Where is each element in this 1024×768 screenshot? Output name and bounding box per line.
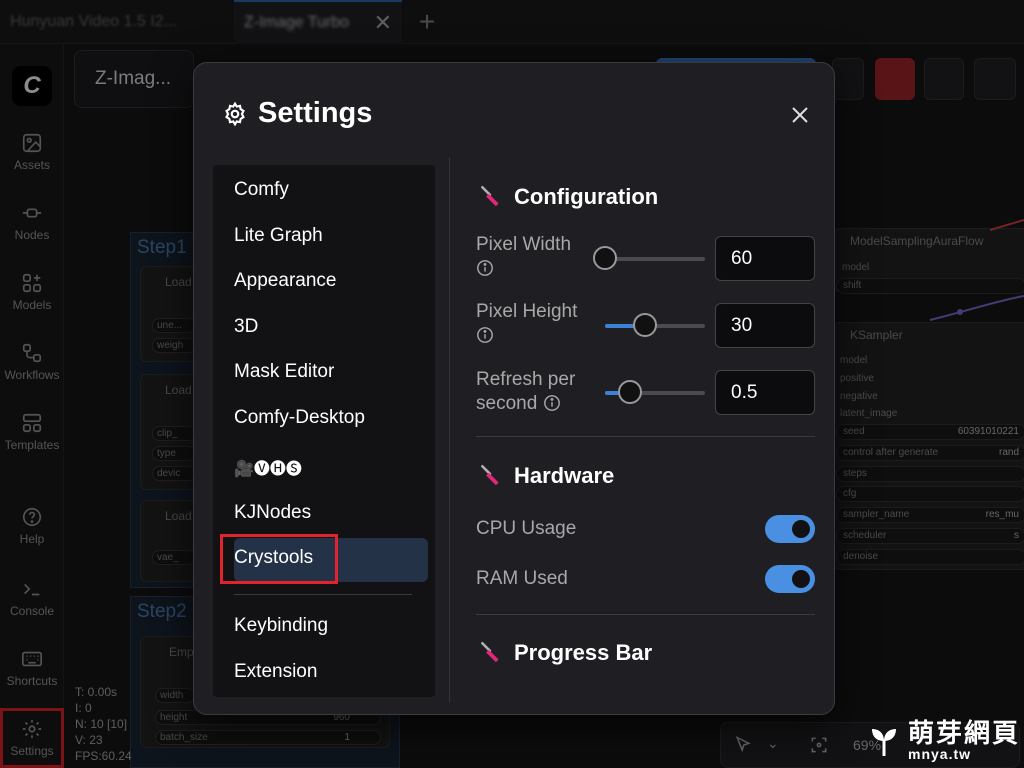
screwdriver-icon [481,641,499,663]
dialog-title: Settings [222,97,372,130]
nav-item-mask-editor[interactable]: Mask Editor [234,361,334,383]
watermark: 萌芽網頁 mnya.tw [866,716,1024,766]
pixel-width-slider[interactable] [593,246,705,270]
nav-item-3d[interactable]: 3D [234,316,258,338]
setting-label: Refresh per [476,369,576,390]
pixel-height-slider[interactable] [605,313,705,337]
section-title-text: Hardware [514,463,615,488]
nav-item-kjnodes[interactable]: KJNodes [234,502,311,524]
ram-used-label: RAM Used [476,568,568,589]
nav-divider [234,594,412,595]
section-divider [476,436,815,437]
section-title-hardware: Hardware [478,463,614,489]
section-title-configuration: Configuration [478,184,658,210]
cpu-usage-label: CPU Usage [476,518,577,539]
pixel-width-label: Pixel Width [476,233,571,281]
setting-label: second [476,393,538,414]
nav-item-comfy-desktop[interactable]: Comfy-Desktop [234,407,365,429]
refresh-label: Refresh per second [476,368,575,416]
setting-label: Pixel Height [476,301,578,322]
pixel-height-label: Pixel Height [476,300,577,348]
refresh-slider[interactable] [605,380,705,404]
cpu-usage-toggle[interactable] [765,515,815,543]
gear-icon [225,101,245,126]
panel-divider [449,157,450,703]
nav-item-appearance[interactable]: Appearance [234,270,336,292]
nav-item-lite-graph[interactable]: Lite Graph [234,225,323,247]
nav-item-extension[interactable]: Extension [234,661,317,683]
pixel-width-input[interactable]: 60 [715,236,815,281]
slider-handle[interactable] [593,246,617,270]
info-icon[interactable] [476,259,494,277]
section-title-progress-bar: Progress Bar [478,640,652,666]
nav-item-vhs[interactable]: 🎥🅥🅗🅢 [234,455,302,479]
screwdriver-icon [481,185,499,207]
setting-label: Pixel Width [476,234,572,255]
slider-handle[interactable] [618,380,642,404]
app-root: Hunyuan Video 1.5 I2... Z-Image Turbo ✕ … [0,0,1024,768]
slider-handle[interactable] [633,313,657,337]
close-icon[interactable] [788,103,812,127]
toggle-knob [792,520,810,538]
watermark-title: 萌芽網頁 [908,718,1021,748]
nav-item-comfy[interactable]: Comfy [234,179,289,201]
dialog-title-text: Settings [258,97,373,129]
settings-dialog: Settings Comfy Lite Graph Appearance 3D … [193,62,835,715]
section-title-text: Progress Bar [514,640,653,665]
ram-used-toggle[interactable] [765,565,815,593]
info-icon[interactable] [543,394,561,412]
section-divider [476,614,815,615]
highlight-box [220,534,338,584]
section-title-text: Configuration [514,184,659,209]
settings-nav: Comfy Lite Graph Appearance 3D Mask Edit… [213,165,435,697]
watermark-subtitle: mnya.tw [908,746,972,762]
pixel-height-input[interactable]: 30 [715,303,815,348]
info-icon[interactable] [476,326,494,344]
refresh-input[interactable]: 0.5 [715,370,815,415]
nav-item-keybinding[interactable]: Keybinding [234,615,328,637]
toggle-knob [792,570,810,588]
screwdriver-icon [481,464,499,486]
sprout-icon [872,729,896,756]
